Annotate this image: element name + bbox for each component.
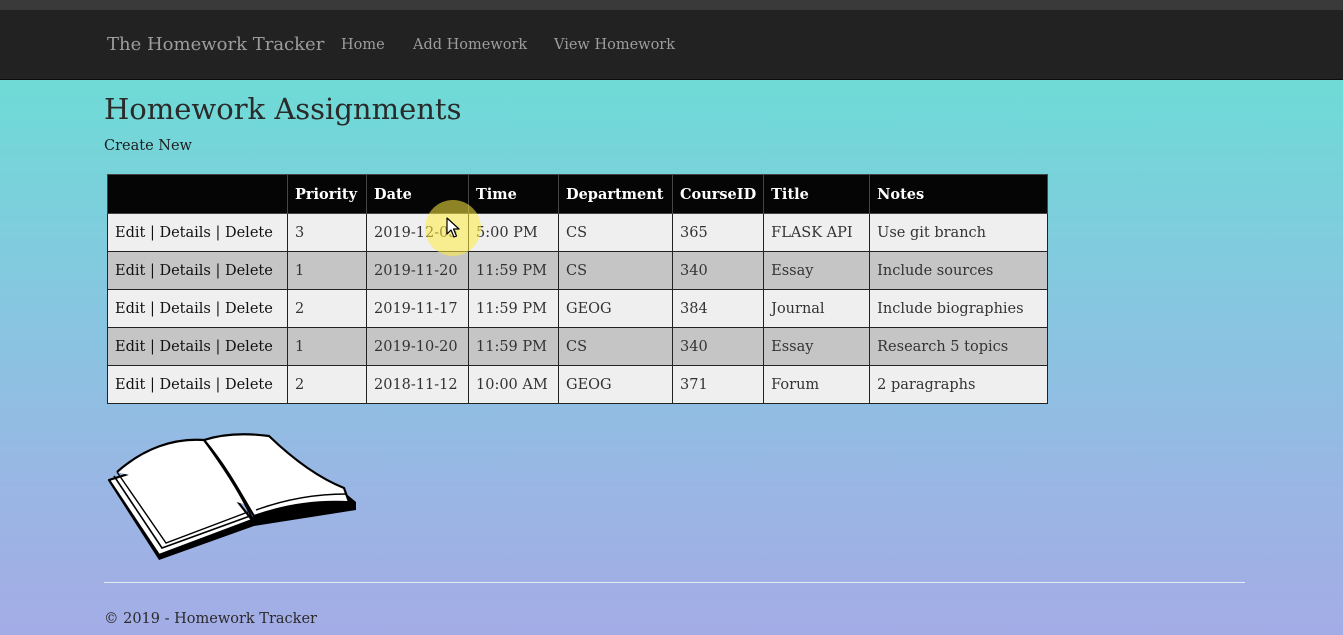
- header-department: Department: [558, 174, 673, 214]
- header-course-id: CourseID: [671, 174, 765, 214]
- cell-time: 11:59 PM: [468, 327, 559, 366]
- row-actions: Edit | Details | Delete: [107, 289, 288, 328]
- cell-course-id: 371: [671, 365, 765, 404]
- action-separator: |: [215, 338, 221, 355]
- delete-link[interactable]: Delete: [225, 339, 273, 355]
- cell-title: Forum: [763, 365, 871, 404]
- cell-course-id: 365: [671, 213, 765, 252]
- cell-course-id: 384: [671, 289, 765, 328]
- cell-title: Journal: [763, 289, 871, 328]
- footer-divider: [104, 582, 1245, 583]
- cell-date: 2018-11-12: [366, 365, 469, 404]
- navbar: The Homework Tracker Home Add Homework V…: [0, 10, 1343, 80]
- table-row: Edit | Details | Delete 1 2019-10-20 11:59 …: [107, 327, 1049, 366]
- cell-notes: Research 5 topics: [869, 327, 1049, 366]
- cell-notes: 2 paragraphs: [869, 365, 1049, 404]
- details-link[interactable]: Details: [159, 339, 210, 355]
- delete-link[interactable]: Delete: [225, 377, 273, 393]
- action-separator: |: [215, 376, 221, 393]
- action-separator: |: [149, 376, 155, 393]
- action-separator: |: [149, 300, 155, 317]
- homework-table: Priority Date Time Department CourseID T…: [107, 174, 1049, 404]
- delete-link[interactable]: Delete: [225, 301, 273, 317]
- cell-notes: Include biographies: [869, 289, 1049, 328]
- table-row: Edit | Details | Delete 2 2019-11-17 11:59 …: [107, 289, 1049, 328]
- table-row: Edit | Details | Delete 2 2018-11-12 10:00 …: [107, 365, 1049, 404]
- cell-time: 10:00 AM: [468, 365, 559, 404]
- header-time: Time: [468, 174, 559, 214]
- nav-add-homework-link[interactable]: Add Homework: [413, 37, 527, 53]
- cell-time: 11:59 PM: [468, 289, 559, 328]
- cell-priority: 3: [287, 213, 367, 252]
- action-separator: |: [149, 224, 155, 241]
- create-new-link[interactable]: Create New: [104, 138, 192, 154]
- table-header-row: Priority Date Time Department CourseID T…: [107, 174, 1049, 214]
- row-actions: Edit | Details | Delete: [107, 327, 288, 366]
- cell-department: CS: [558, 213, 673, 252]
- cell-department: CS: [558, 251, 673, 290]
- cell-title: Essay: [763, 327, 871, 366]
- cell-course-id: 340: [671, 327, 765, 366]
- cell-notes: Use git branch: [869, 213, 1049, 252]
- header-title: Title: [763, 174, 871, 214]
- page-title: Homework Assignments: [104, 92, 462, 126]
- mouse-pointer-icon: [446, 217, 460, 238]
- cell-priority: 1: [287, 251, 367, 290]
- cell-notes: Include sources: [869, 251, 1049, 290]
- action-separator: |: [149, 338, 155, 355]
- action-separator: |: [149, 262, 155, 279]
- nav-home-link[interactable]: Home: [341, 37, 385, 53]
- edit-link[interactable]: Edit: [115, 225, 145, 241]
- header-actions: [107, 174, 288, 214]
- cell-title: Essay: [763, 251, 871, 290]
- edit-link[interactable]: Edit: [115, 339, 145, 355]
- action-separator: |: [215, 300, 221, 317]
- cell-department: CS: [558, 327, 673, 366]
- window-top-strip: [0, 0, 1343, 10]
- row-actions: Edit | Details | Delete: [107, 213, 288, 252]
- cell-date: 2019-11-20: [366, 251, 469, 290]
- nav-view-homework-link[interactable]: View Homework: [554, 37, 675, 53]
- details-link[interactable]: Details: [159, 225, 210, 241]
- row-actions: Edit | Details | Delete: [107, 365, 288, 404]
- details-link[interactable]: Details: [159, 301, 210, 317]
- open-book-icon: [107, 433, 356, 560]
- table-row: Edit | Details | Delete 3 2019-12-05 5:00 P…: [107, 213, 1049, 252]
- cell-priority: 2: [287, 289, 367, 328]
- edit-link[interactable]: Edit: [115, 301, 145, 317]
- cell-time: 11:59 PM: [468, 251, 559, 290]
- delete-link[interactable]: Delete: [225, 263, 273, 279]
- cell-course-id: 340: [671, 251, 765, 290]
- details-link[interactable]: Details: [159, 263, 210, 279]
- delete-link[interactable]: Delete: [225, 225, 273, 241]
- table-body: Edit | Details | Delete 3 2019-12-05 5:00 P…: [107, 213, 1049, 404]
- cell-date: 2019-11-17: [366, 289, 469, 328]
- cell-priority: 2: [287, 365, 367, 404]
- cell-department: GEOG: [558, 289, 673, 328]
- header-notes: Notes: [869, 174, 1049, 214]
- table-row: Edit | Details | Delete 1 2019-11-20 11:59 …: [107, 251, 1049, 290]
- action-separator: |: [215, 224, 221, 241]
- row-actions: Edit | Details | Delete: [107, 251, 288, 290]
- brand-link[interactable]: The Homework Tracker: [107, 34, 324, 55]
- details-link[interactable]: Details: [159, 377, 210, 393]
- cell-department: GEOG: [558, 365, 673, 404]
- header-priority: Priority: [287, 174, 367, 214]
- cell-title: FLASK API: [763, 213, 871, 252]
- footer-text: © 2019 - Homework Tracker: [104, 611, 317, 627]
- cell-time: 5:00 PM: [468, 213, 559, 252]
- edit-link[interactable]: Edit: [115, 377, 145, 393]
- cell-priority: 1: [287, 327, 367, 366]
- edit-link[interactable]: Edit: [115, 263, 145, 279]
- cell-date: 2019-10-20: [366, 327, 469, 366]
- action-separator: |: [215, 262, 221, 279]
